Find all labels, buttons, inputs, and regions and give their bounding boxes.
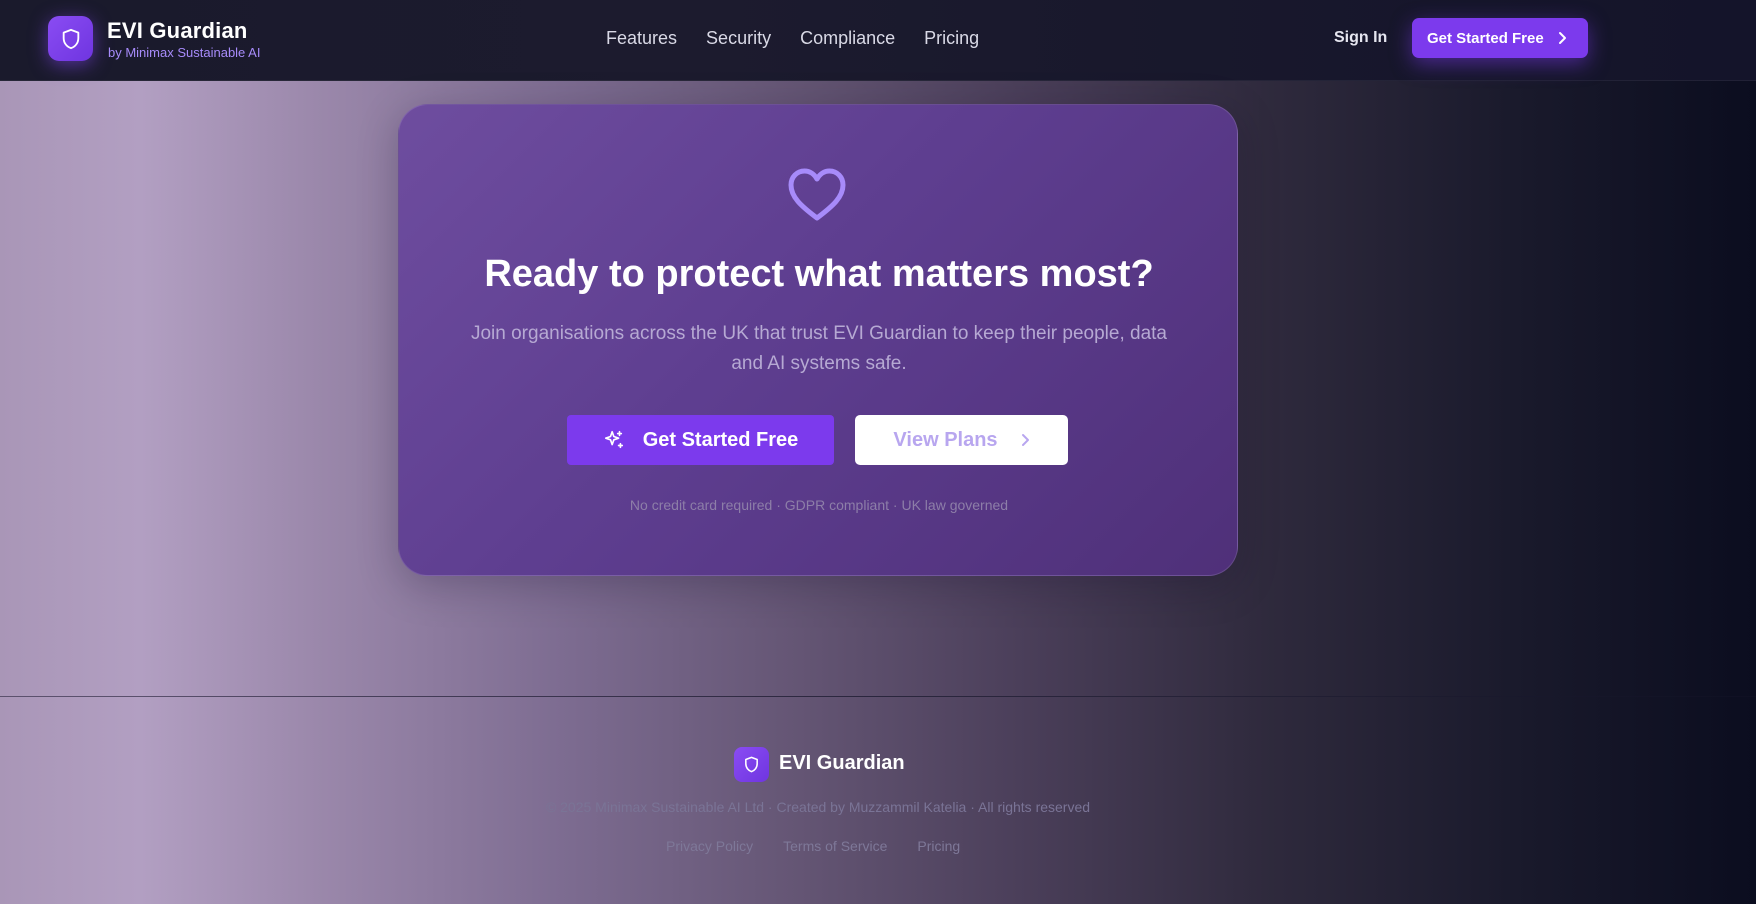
top-navbar: EVI Guardian by Minimax Sustainable AI F…: [0, 0, 1756, 81]
nav-link-pricing[interactable]: Pricing: [924, 28, 979, 49]
brand-name[interactable]: EVI Guardian: [107, 18, 248, 44]
main-nav: Features Security Compliance Pricing: [606, 28, 979, 49]
cta-card: Ready to protect what matters most? Join…: [398, 104, 1238, 576]
header-get-started-button[interactable]: Get Started Free: [1412, 18, 1588, 58]
nav-link-compliance[interactable]: Compliance: [800, 28, 895, 49]
chevron-right-icon: [1559, 32, 1566, 44]
nav-link-security[interactable]: Security: [706, 28, 771, 49]
footer-link-pricing[interactable]: Pricing: [917, 838, 960, 854]
heart-icon: [788, 168, 846, 221]
footer-links: Privacy Policy Terms of Service Pricing: [666, 838, 960, 854]
footer-divider: [0, 696, 1756, 697]
footer-brand-name: EVI Guardian: [779, 752, 905, 774]
get-started-label: Get Started Free: [642, 428, 799, 451]
footer-logo[interactable]: [734, 747, 769, 782]
brand-tagline: by Minimax Sustainable AI: [108, 45, 261, 60]
cta-description: Join organisations across the UK that tr…: [470, 323, 1167, 374]
view-plans-label: View Plans: [893, 428, 998, 451]
view-plans-button[interactable]: View Plans: [855, 415, 1068, 465]
shield-icon: [62, 28, 79, 49]
get-started-button[interactable]: Get Started Free: [567, 415, 834, 465]
sign-in-link[interactable]: Sign In: [1334, 29, 1387, 47]
brand-logo[interactable]: [48, 16, 93, 61]
header-get-started-label: Get Started Free: [1427, 29, 1544, 47]
cta-note: No credit card required · GDPR compliant…: [629, 497, 1009, 513]
cta-title: Ready to protect what matters most?: [484, 253, 1154, 295]
nav-link-features[interactable]: Features: [606, 28, 677, 49]
chevron-right-icon: [1021, 434, 1029, 446]
shield-icon: [745, 756, 758, 773]
footer-link-privacy[interactable]: Privacy Policy: [666, 838, 753, 854]
footer-copyright: © 2025 Minimax Sustainable AI Ltd · Crea…: [545, 799, 1091, 815]
footer-link-terms[interactable]: Terms of Service: [783, 838, 887, 854]
sparkles-icon: [604, 430, 623, 449]
